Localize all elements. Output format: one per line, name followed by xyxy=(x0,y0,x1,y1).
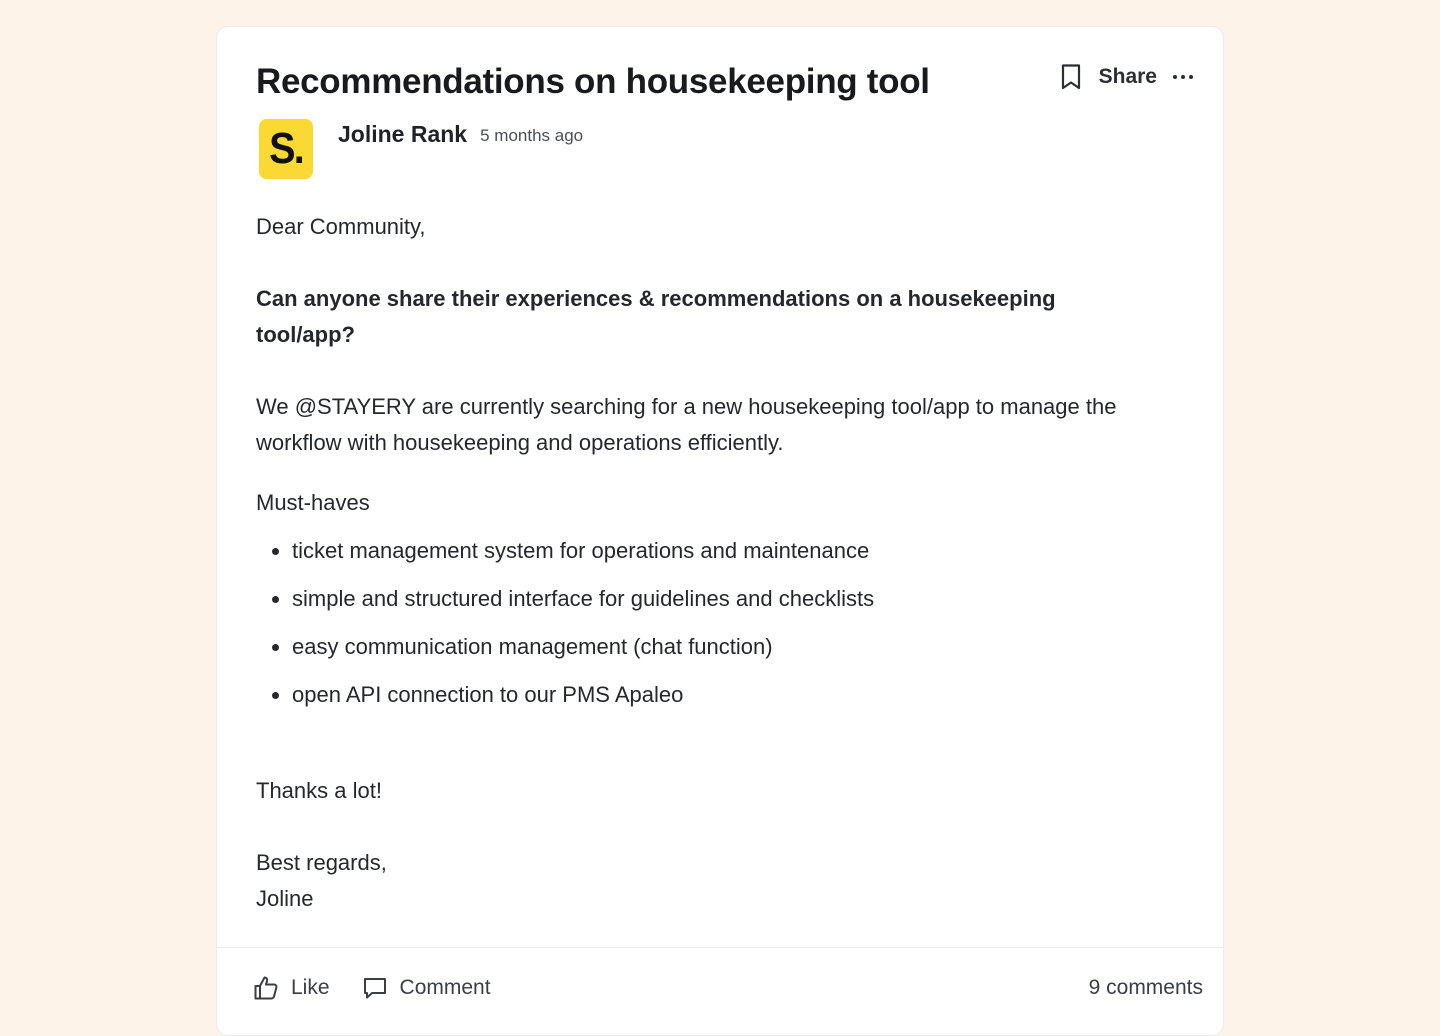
list-item: easy communication management (chat func… xyxy=(292,623,874,671)
list-item: simple and structured interface for guid… xyxy=(292,575,874,623)
comment-button[interactable]: Comment xyxy=(362,975,491,1001)
bookmark-icon[interactable] xyxy=(1059,63,1083,91)
list-item: open API connection to our PMS Apaleo xyxy=(292,671,874,719)
post-footer: Like Comment 9 comments xyxy=(253,971,1203,1005)
post-actions: Share xyxy=(1059,63,1195,91)
post-card: Recommendations on housekeeping tool Sha… xyxy=(216,26,1224,1036)
comment-label: Comment xyxy=(399,976,491,999)
share-button[interactable]: Share xyxy=(1099,65,1157,89)
comment-icon xyxy=(363,978,386,999)
description-text: We @STAYERY are currently searching for … xyxy=(256,394,1117,455)
avatar[interactable]: S. xyxy=(259,119,313,179)
footer-divider xyxy=(217,947,1223,948)
author-row: S. Joline Rank 5 months ago xyxy=(256,119,583,179)
author-name[interactable]: Joline Rank xyxy=(338,121,467,148)
list-item: ticket management system for operations … xyxy=(292,527,874,575)
post-timestamp: 5 months ago xyxy=(480,126,584,145)
like-label: Like xyxy=(291,976,330,999)
must-haves-list: ticket management system for operations … xyxy=(256,527,874,719)
signature-text: Joline xyxy=(256,886,314,911)
must-haves-label: Must-haves xyxy=(256,490,370,515)
thanks-text: Thanks a lot! xyxy=(256,778,382,803)
like-button[interactable]: Like xyxy=(253,975,330,1001)
more-icon[interactable] xyxy=(1171,65,1195,89)
post-title: Recommendations on housekeeping tool xyxy=(256,62,930,101)
thumbs-up-icon xyxy=(254,976,278,1000)
regards-text: Best regards, xyxy=(256,850,387,875)
question-text: Can anyone share their experiences & rec… xyxy=(256,286,1056,347)
greeting-text: Dear Community, xyxy=(256,214,426,239)
comments-count-link[interactable]: 9 comments xyxy=(1089,976,1203,1000)
